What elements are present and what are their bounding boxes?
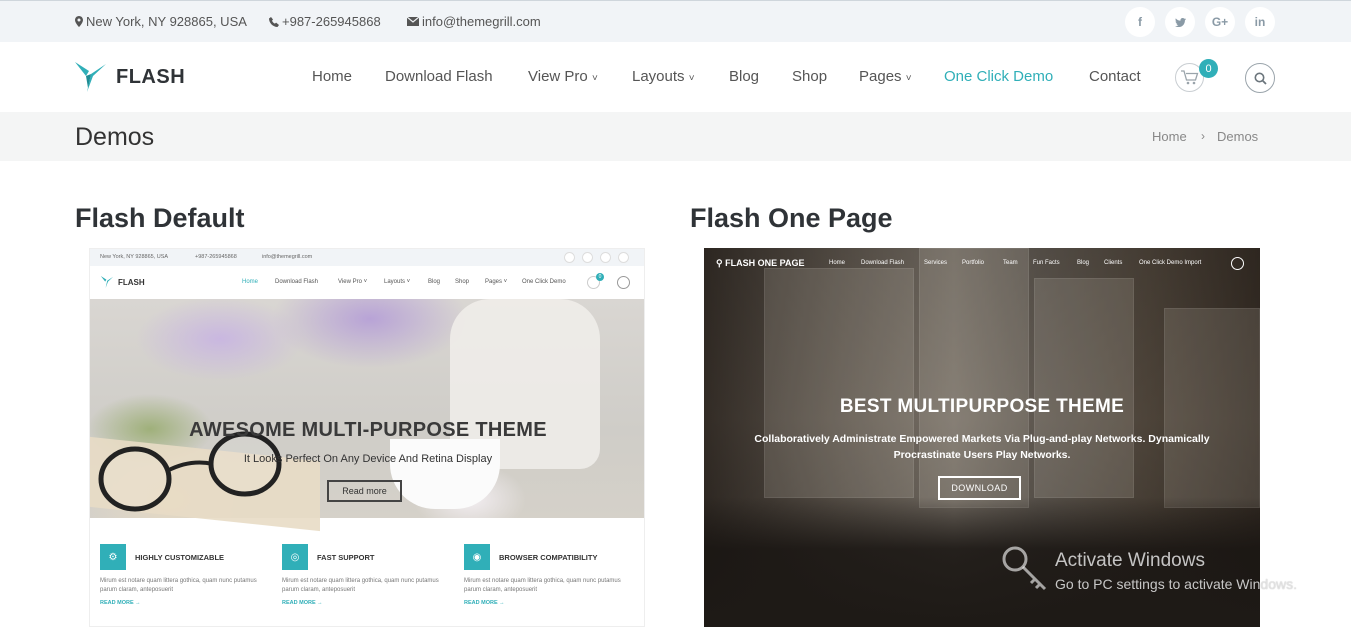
preview-hero-subtitle: Collaboratively Administrate Empowered M… [754, 433, 1210, 461]
flash-logo-icon [100, 276, 114, 288]
teacup-shape [390, 439, 500, 509]
nav-home[interactable]: Home [312, 68, 352, 85]
nav-one-click-demo[interactable]: One Click Demo [944, 68, 1053, 85]
gear-icon: ⚙ [100, 544, 126, 570]
logo-text: FLASH [116, 65, 186, 88]
page-title-bar: Demos Home › Demos [0, 112, 1351, 161]
chevron-down-icon: ˅ [688, 73, 695, 84]
preview-hero-title: BEST MULTIPURPOSE THEME [839, 396, 1125, 417]
demo-title-one-page[interactable]: Flash One Page [690, 203, 893, 234]
browser-icon: ◉ [464, 544, 490, 570]
flash-logo-icon [75, 62, 106, 92]
breadcrumb-separator-icon: › [1201, 129, 1205, 143]
nav-pages[interactable]: Pages ˅ [859, 68, 912, 85]
preview-header: FLASH Home Download Flash View Pro ˅ Lay… [90, 266, 644, 299]
demo-preview-default[interactable]: New York, NY 928865, USA +987-265945868 … [89, 248, 645, 627]
activate-windows-subtitle: Go to PC settings to activate Windows. [1055, 576, 1297, 592]
facebook-icon[interactable]: f [1125, 7, 1155, 37]
site-logo[interactable]: FLASH [75, 62, 185, 92]
activate-windows-title: Activate Windows [1055, 550, 1205, 571]
nav-download-flash[interactable]: Download Flash [385, 68, 493, 85]
globe-icon: ◎ [282, 544, 308, 570]
preview-download-button: DOWNLOAD [938, 476, 1021, 500]
search-icon [1231, 257, 1244, 270]
phone-icon [269, 16, 279, 27]
nav-blog[interactable]: Blog [729, 68, 759, 85]
search-icon [1254, 72, 1267, 85]
chevron-down-icon: ˅ [591, 73, 598, 84]
nav-layouts[interactable]: Layouts ˅ [632, 68, 695, 85]
preview-hero: AWESOME MULTI-PURPOSE THEME It Looks Per… [90, 299, 644, 532]
shopping-cart-icon [1180, 70, 1198, 85]
nav-view-pro[interactable]: View Pro ˅ [528, 68, 598, 85]
preview-hero-title: AWESOME MULTI-PURPOSE THEME [189, 419, 547, 441]
map-marker-icon [75, 16, 83, 27]
cart-count-badge: 0 [1199, 59, 1218, 78]
phone-text: +987-265945868 [282, 14, 381, 29]
address-text: New York, NY 928865, USA [86, 14, 247, 29]
envelope-icon [407, 17, 419, 26]
top-info-bar: New York, NY 928865, USA +987-265945868 … [0, 0, 1351, 42]
breadcrumb-current: Demos [1217, 129, 1259, 144]
search-icon [617, 276, 630, 289]
address-info: New York, NY 928865, USA [75, 14, 247, 29]
phone-info: +987-265945868 [269, 14, 381, 29]
email-text: info@themegrill.com [422, 14, 541, 29]
google-plus-icon[interactable]: G+ [1205, 7, 1235, 37]
search-button[interactable] [1245, 63, 1275, 93]
email-info[interactable]: info@themegrill.com [407, 14, 541, 29]
preview-topbar: New York, NY 928865, USA +987-265945868 … [90, 249, 644, 266]
preview-hero-subtitle: It Looks Perfect On Any Device And Retin… [243, 453, 493, 465]
breadcrumb-home[interactable]: Home [1152, 129, 1187, 144]
site-header: FLASH Home Download Flash View Pro ˅ Lay… [0, 42, 1351, 112]
preview-read-more-button: Read more [327, 480, 402, 502]
linkedin-icon[interactable]: in [1245, 7, 1275, 37]
twitter-icon[interactable] [1165, 7, 1195, 37]
demo-title-default[interactable]: Flash Default [75, 203, 245, 234]
map-marker-icon: ⚲ [716, 258, 723, 268]
chevron-down-icon: ˅ [905, 73, 912, 84]
preview-logo: ⚲ FLASH ONE PAGE [716, 258, 805, 268]
nav-contact[interactable]: Contact [1089, 68, 1141, 85]
nav-shop[interactable]: Shop [792, 68, 827, 85]
key-icon [1002, 546, 1047, 591]
page-title: Demos [75, 123, 155, 151]
